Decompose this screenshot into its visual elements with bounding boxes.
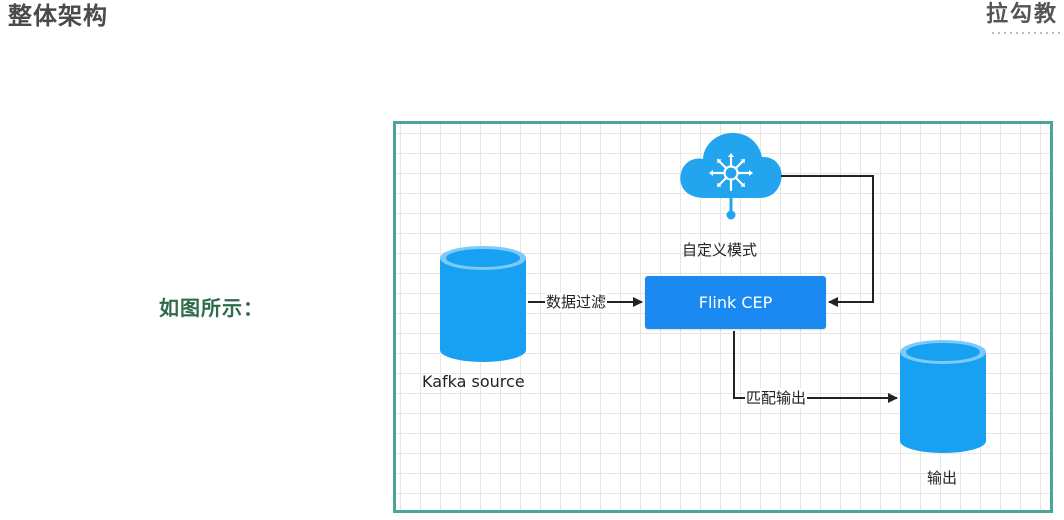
custom-pattern-label: 自定义模式	[682, 241, 758, 259]
flink-cep-node: Flink CEP	[645, 276, 826, 329]
flink-cep-label: Flink CEP	[698, 293, 773, 312]
kafka-source-cylinder	[440, 246, 526, 362]
output-label: 输出	[927, 469, 958, 487]
edge-label-match-output: 匹配输出	[745, 388, 808, 408]
cloud-network-icon	[680, 132, 782, 220]
edge-label-data-filter: 数据过滤	[545, 292, 608, 312]
kafka-source-label: Kafka source	[422, 372, 525, 391]
output-cylinder	[900, 340, 986, 453]
diagram-graphics	[440, 132, 986, 453]
